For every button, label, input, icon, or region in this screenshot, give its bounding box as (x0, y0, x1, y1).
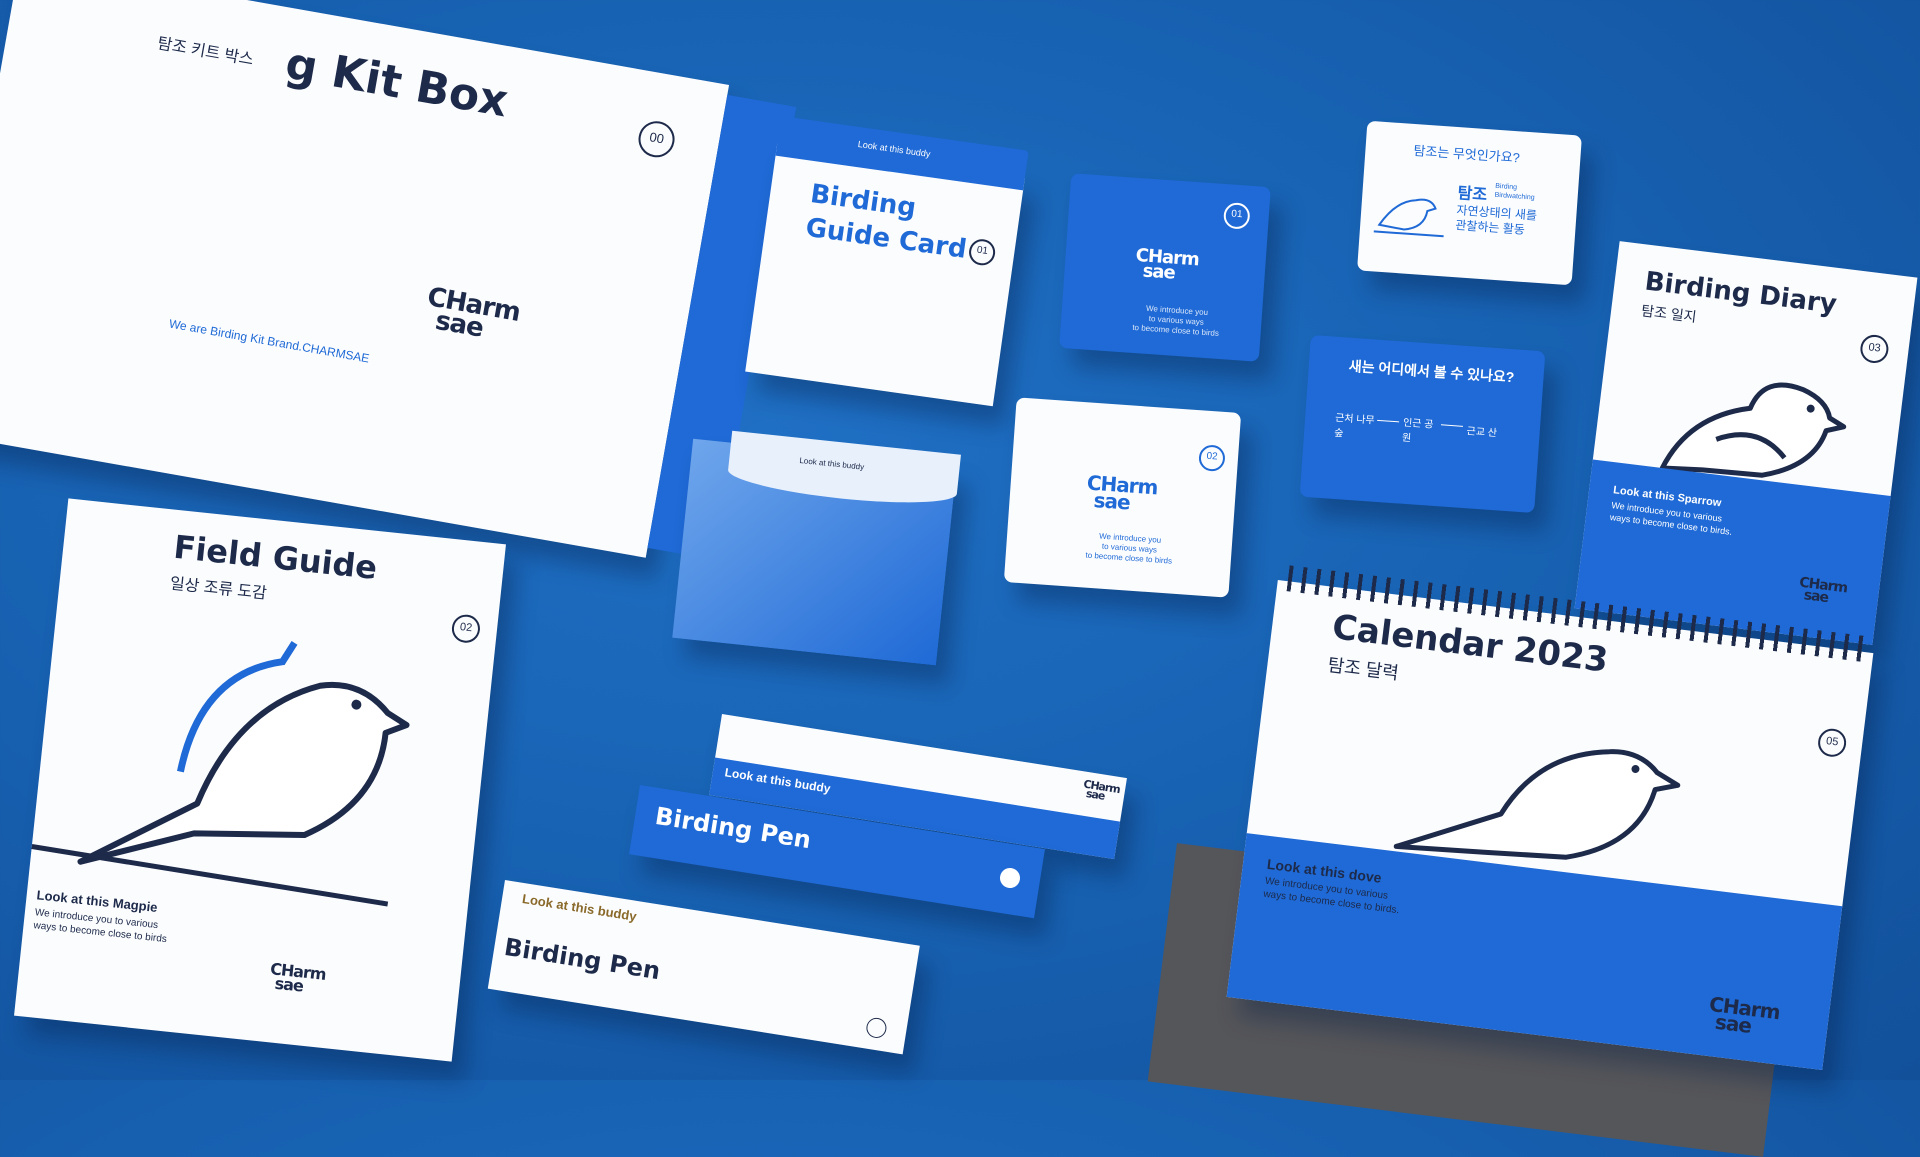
info-card-2-arrow1 (1377, 419, 1400, 423)
card-01: 01 CHarm sae We introduce you to various… (1059, 173, 1271, 362)
card-02: 02 CHarm sae We introduce you to various… (1003, 397, 1242, 598)
card-01-logo: CHarm sae (1134, 245, 1199, 284)
pen-box-2-title: Birding Pen (653, 801, 813, 855)
field-guide-book: Field Guide 일상 조류 도감 02 Look at this Mag… (14, 498, 506, 1062)
diary-subtitle: 탐조 일지 (1640, 302, 1698, 325)
info-card-2-heading: 새는 어디에서 볼 수 있나요? (1348, 357, 1515, 386)
field-guide-number: 02 (450, 613, 482, 645)
info-card-2-step2: 인근 공원 (1401, 417, 1434, 445)
pen-box-1-label: Look at this buddy (723, 765, 832, 796)
calendar-logo: CHarm sae (1706, 992, 1781, 1038)
diary-number: 03 (1858, 333, 1891, 365)
card-02-logo: CHarm sae (1085, 471, 1158, 515)
info-card-2-step3: 근교 산 (1466, 426, 1498, 440)
kit-box-number: 00 (635, 118, 678, 161)
pen-box-1-logo: CHarm sae (1081, 777, 1120, 803)
sparrow-illustration-small (1373, 198, 1444, 238)
card-02-number: 02 (1198, 444, 1226, 473)
guide-card-title-line2: Guide Card (803, 212, 969, 265)
pen-box-3-circle (864, 1016, 888, 1040)
envelope-flap-text: Look at this buddy (799, 455, 865, 472)
kit-box-subtitle: 탐조 키트 박스 (156, 35, 255, 69)
magpie-illustration (31, 640, 410, 907)
pen-box-3: Look at this buddy Birding Pen (487, 880, 920, 1055)
info-card-1-term: 탐조 (1457, 185, 1488, 205)
envelope-flap: Look at this buddy (726, 430, 961, 511)
guide-card-flap-text: Look at this buddy (857, 139, 932, 160)
kit-box-tagline: We are Birding Kit Brand.CHARMSAE (167, 316, 371, 366)
guide-card-folder: Look at this buddy Birding Guide Card 01 (745, 115, 1029, 407)
info-card-1-term-en2: Birdwatching (1494, 191, 1535, 202)
birding-diary: Birding Diary 탐조 일지 03 Look at this Spar… (1574, 241, 1918, 645)
pen-box-3-label: Look at this buddy (521, 891, 638, 924)
info-card-1-term-en: Birding Birdwatching (1494, 182, 1535, 203)
diary-logo: CHarm sae (1797, 575, 1848, 607)
info-card-1-heading: 탐조는 무엇인가요? (1413, 142, 1521, 166)
calendar-subtitle: 탐조 달력 (1326, 654, 1400, 684)
field-guide-logo: CHarm sae (268, 959, 326, 995)
desk-calendar: Calendar 2023 탐조 달력 05 Look at this dove… (1226, 565, 1874, 1070)
info-card-2-step1: 근처 나무 숲 (1333, 412, 1376, 440)
field-guide-subtitle: 일상 조류 도감 (169, 575, 268, 603)
card-02-caption: We introduce you to various ways to beco… (1074, 530, 1186, 568)
pen-box-3-title: Birding Pen (502, 932, 663, 986)
info-card-what-is-birding: 탐조는 무엇인가요? 탐조 Birding Birdwatching 자연상태의… (1357, 120, 1582, 286)
info-card-where-to-see: 새는 어디에서 볼 수 있나요? 근처 나무 숲 인근 공원 근교 산 (1299, 335, 1546, 513)
info-card-1-desc: 자연상태의 새를 관찰하는 활동 (1455, 203, 1537, 239)
card-01-caption: We introduce you to various ways to beco… (1120, 302, 1232, 340)
kit-box: g Kit Box 탐조 키트 박스 00 We are Birding Kit… (0, 0, 797, 561)
kit-box-logo: CHarm sae (422, 282, 522, 346)
pen-box-2-circle (998, 866, 1022, 890)
calendar-number: 05 (1816, 727, 1848, 759)
kit-box-title: g Kit Box (281, 38, 512, 128)
info-card-2-arrow2 (1440, 424, 1463, 427)
envelope: Look at this buddy (672, 430, 961, 666)
guide-card-number: 01 (967, 237, 997, 267)
card-01-number: 01 (1222, 202, 1251, 230)
